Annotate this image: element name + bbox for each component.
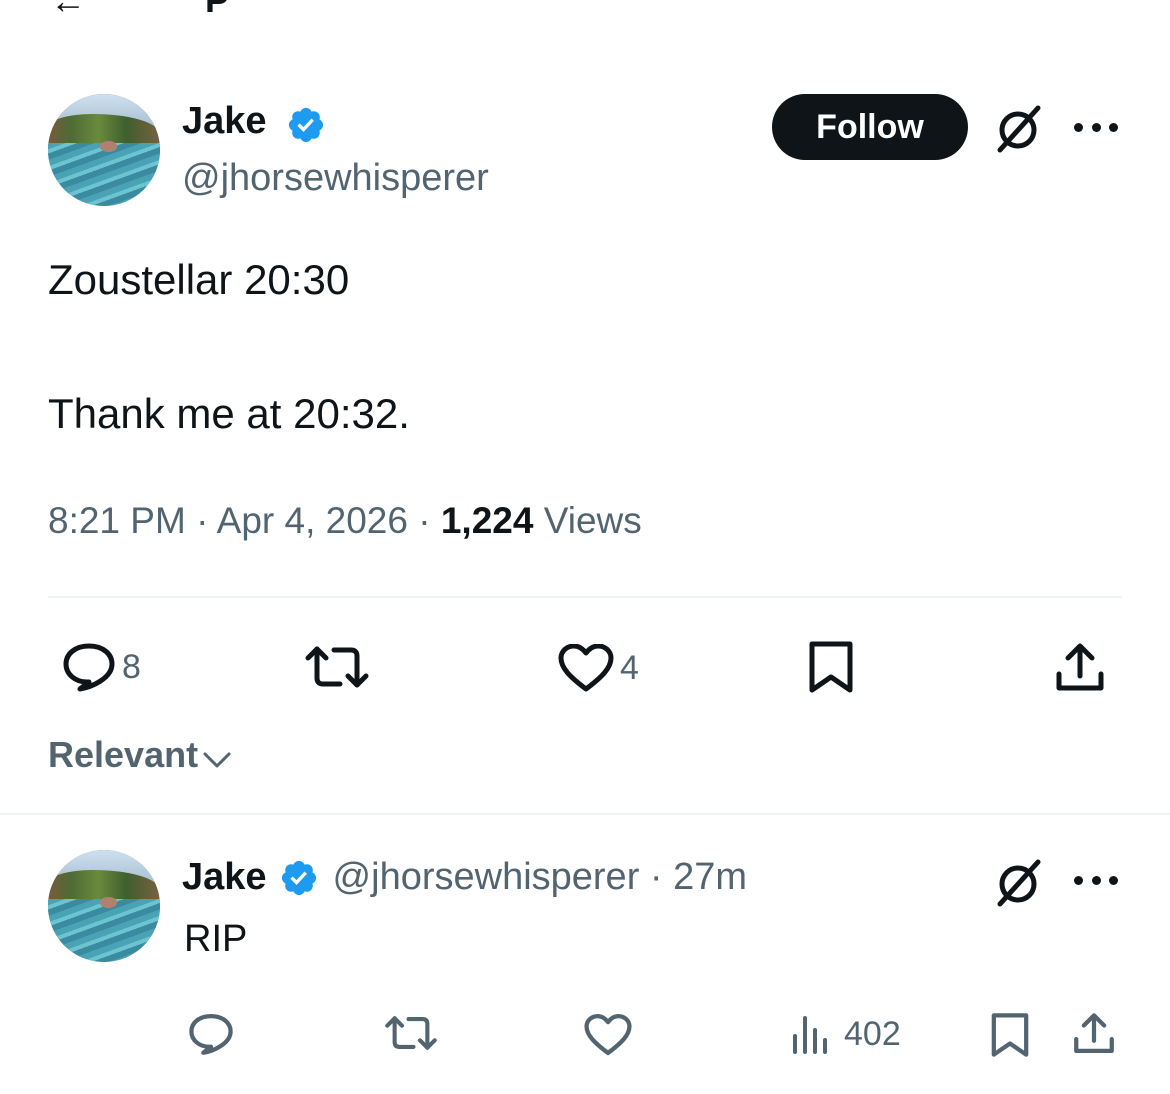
tweet-meta: 8:21 PM · Apr 4, 2026 · 1,224 Views bbox=[48, 500, 642, 542]
share-icon bbox=[1056, 643, 1104, 691]
tweet-text-line1: Zoustellar 20:30 bbox=[48, 256, 350, 303]
bookmark-icon bbox=[809, 641, 853, 693]
avatar[interactable] bbox=[48, 94, 160, 206]
reply-header: Jake @jhorsewhisperer · 27m bbox=[182, 856, 747, 899]
like-icon bbox=[584, 1014, 632, 1056]
meta-separator: · bbox=[196, 500, 209, 541]
like-button[interactable]: 4 bbox=[558, 644, 639, 692]
reply-button[interactable]: 8 bbox=[62, 642, 141, 692]
grok-icon[interactable] bbox=[990, 854, 1046, 910]
views-icon bbox=[793, 1016, 827, 1054]
reply-like-button[interactable] bbox=[584, 1014, 632, 1056]
more-icon[interactable] bbox=[1074, 876, 1118, 888]
bookmark-icon bbox=[991, 1013, 1029, 1057]
divider bbox=[0, 813, 1170, 815]
follow-button[interactable]: Follow bbox=[772, 94, 968, 160]
retweet-icon bbox=[385, 1016, 437, 1050]
chevron-down-icon bbox=[203, 752, 231, 768]
more-icon[interactable] bbox=[1074, 123, 1118, 135]
reply-retweet-button[interactable] bbox=[384, 1014, 438, 1052]
meta-separator: · bbox=[418, 500, 431, 541]
verified-badge-icon bbox=[281, 860, 316, 895]
views-label: Views bbox=[543, 500, 642, 541]
verified-badge-icon bbox=[288, 107, 324, 143]
sort-label: Relevant bbox=[48, 734, 199, 775]
reply-bookmark-button[interactable] bbox=[990, 1012, 1030, 1058]
views-count: 1,224 bbox=[440, 500, 534, 541]
reply-views-count: 402 bbox=[844, 1014, 901, 1053]
reply-count: 8 bbox=[122, 647, 141, 686]
like-count: 4 bbox=[620, 648, 639, 687]
reply-text: RIP bbox=[184, 918, 248, 960]
share-button[interactable] bbox=[1054, 642, 1106, 694]
reply-icon bbox=[63, 643, 115, 692]
retweet-icon bbox=[305, 646, 369, 688]
reply-icon bbox=[189, 1013, 233, 1055]
grok-icon[interactable] bbox=[990, 100, 1046, 156]
reply-avatar[interactable] bbox=[48, 850, 160, 962]
bookmark-button[interactable] bbox=[808, 640, 854, 694]
author-name[interactable]: Jake bbox=[182, 100, 267, 143]
tweet-text-line2: Thank me at 20:32. bbox=[48, 390, 410, 437]
divider bbox=[48, 596, 1122, 598]
reply-reply-button[interactable] bbox=[188, 1012, 234, 1056]
share-icon bbox=[1074, 1013, 1114, 1054]
reply-share-button[interactable] bbox=[1072, 1012, 1116, 1056]
retweet-button[interactable] bbox=[304, 644, 370, 690]
author-handle[interactable]: @jhorsewhisperer bbox=[182, 157, 489, 200]
previous-content-fragment: ← P bbox=[0, 0, 1170, 12]
tweet-time[interactable]: 8:21 PM bbox=[48, 500, 186, 541]
reply-views-button[interactable]: 402 bbox=[790, 1012, 901, 1056]
tweet-date[interactable]: Apr 4, 2026 bbox=[217, 500, 408, 541]
reply-author-handle[interactable]: @jhorsewhisperer · 27m bbox=[333, 856, 748, 899]
reply-author-name[interactable]: Jake bbox=[182, 856, 267, 899]
sort-dropdown[interactable]: Relevant bbox=[48, 734, 232, 776]
like-icon bbox=[558, 644, 614, 692]
